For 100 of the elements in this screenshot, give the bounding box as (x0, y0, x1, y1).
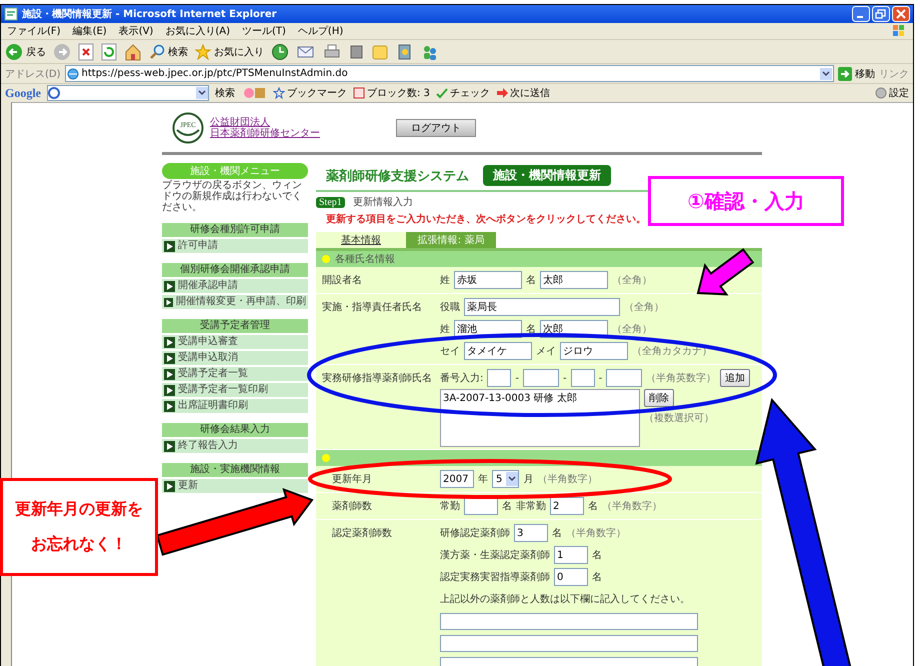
hint-text: （半角数字） (537, 472, 598, 486)
menu-item[interactable]: 受講申込取消 (162, 351, 308, 365)
tab[interactable]: 基本情報 (316, 232, 406, 248)
search-icon (149, 44, 165, 60)
text-input[interactable]: 3 (514, 524, 548, 542)
settings-button[interactable]: 設定 (875, 86, 909, 100)
restore-icon[interactable] (872, 6, 890, 22)
field-text: 名 (592, 549, 602, 562)
field-text: 研修認定薬剤師 (440, 526, 510, 540)
form-button[interactable]: 削除 (644, 389, 674, 407)
play-icon (164, 440, 175, 452)
menu-note: ブラウザの戻るボタン、ウィンドウの新規作成は行わないでください。 (162, 180, 303, 213)
menu-item[interactable]: 終了報告入力 (162, 439, 308, 453)
folder-icon[interactable] (371, 42, 389, 60)
menu-group-header: 受講予定者管理 (162, 319, 308, 333)
field-label: 更新年月 (331, 472, 373, 487)
hint-text: （全角） (612, 323, 652, 336)
menu-item[interactable]: 受講申込審査 (162, 335, 308, 349)
text-input[interactable]: 2 (550, 497, 584, 515)
field-text: 名 (526, 323, 536, 336)
month-select[interactable]: 5 (492, 470, 520, 488)
field-text: - (598, 372, 602, 384)
list-box[interactable]: 3A-2007-13-0003 研修 太郎 (440, 389, 640, 447)
google-search-button[interactable]: 検索 (215, 86, 235, 100)
text-input[interactable] (522, 369, 559, 387)
field-text: 月 (523, 473, 534, 486)
send-to-button[interactable]: 次に送信 (496, 86, 550, 100)
window-title: 施設・機関情報更新 - Microsoft Internet Explorer (22, 7, 278, 21)
search-button[interactable]: 検索 (149, 44, 188, 60)
text-input[interactable] (570, 369, 595, 387)
text-input[interactable]: 赤坂 (454, 271, 522, 289)
menu-item[interactable]: 受講予定者一覧印刷 (162, 383, 308, 397)
text-input[interactable]: ジロウ (560, 342, 628, 360)
menu-item[interactable]: 編集(E) (72, 24, 107, 38)
printer-icon[interactable] (323, 42, 341, 60)
close-icon[interactable] (892, 6, 910, 22)
history-icon[interactable] (271, 42, 289, 60)
favorites-button[interactable]: お気に入り (195, 44, 264, 60)
field-text: 名 (552, 527, 562, 540)
text-input[interactable] (440, 634, 698, 652)
play-icon (164, 480, 175, 492)
menu-item[interactable]: 許可申請 (162, 239, 308, 253)
field-text: 非常勤 (516, 500, 546, 513)
address-field[interactable]: https://pess-web.jpec.or.jp/ptc/PTSMenuInstAdmin.do (64, 65, 834, 82)
text-input[interactable]: 太郎 (540, 271, 608, 289)
field-text: セイ (440, 345, 460, 358)
field-label: 実施・指導責任者氏名 (321, 300, 423, 315)
go-button[interactable]: 移動 (838, 66, 875, 80)
windows-logo-icon (891, 23, 907, 39)
text-input[interactable]: 0 (554, 568, 588, 586)
menu-item[interactable]: ファイル(F) (7, 24, 61, 38)
menu-item[interactable]: ツール(T) (242, 24, 286, 38)
text-input[interactable] (487, 369, 512, 387)
organization-link[interactable]: 公益財団法人 日本薬剤師研修センター (210, 116, 320, 138)
form-button[interactable]: 追加 (720, 369, 750, 387)
text-input[interactable]: タメイケ (464, 342, 532, 360)
refresh-icon[interactable] (101, 42, 117, 60)
field-label: 実務研修指導薬剤師氏名 (321, 372, 433, 386)
home-icon[interactable] (124, 42, 142, 60)
play-icon (164, 336, 175, 348)
back-button[interactable]: 戻る (5, 42, 46, 60)
minimize-icon[interactable] (852, 6, 870, 22)
menu-item[interactable]: 開催情報変更・再申請、印刷 (162, 295, 308, 309)
menu-item[interactable]: 出席証明書印刷 (162, 399, 308, 413)
field-text: - (515, 372, 519, 384)
text-input[interactable] (606, 369, 642, 387)
play-icon (164, 368, 175, 380)
spell-check-button[interactable]: チェック (436, 86, 490, 100)
text-input[interactable]: 2007 (440, 470, 474, 488)
list-option[interactable]: 3A-2007-13-0003 研修 太郎 (441, 390, 639, 406)
bullet-icon (322, 454, 330, 462)
step-badge: Step1 (316, 196, 345, 208)
hint-text: （複数選択可） (644, 412, 714, 425)
callout-text: 更新年月の更新を (15, 499, 143, 520)
menu-group-header: 研修会結果入力 (162, 423, 308, 437)
pagerank-icon[interactable] (241, 86, 267, 100)
hint-text: （半角数字） (602, 500, 662, 513)
menu-item[interactable]: 更新 (162, 479, 308, 493)
instruction-text: 更新する項目をご入力いただき、次へボタンをクリックしてください。 (326, 212, 647, 226)
text-input[interactable]: 1 (554, 546, 588, 564)
text-input[interactable] (440, 612, 698, 630)
menu-item[interactable]: ヘルプ(H) (298, 24, 344, 38)
arrow-icon (496, 87, 508, 99)
star-icon (273, 87, 285, 99)
field-text: 名 (592, 571, 602, 584)
field-text: 漢方薬・生薬認定薬剤師 (440, 548, 550, 562)
menu-item[interactable]: お気に入り(A) (165, 24, 230, 38)
google-search-field[interactable] (47, 85, 209, 101)
menu-item[interactable]: 受講予定者一覧 (162, 367, 308, 381)
page-title-badge: 施設・機関情報更新 (483, 165, 611, 186)
logout-button[interactable]: ログアウト (396, 118, 476, 136)
bookmarks-button[interactable]: ブックマーク (273, 86, 347, 100)
menu-item[interactable]: 開催承認申請 (162, 279, 308, 293)
field-text: 名 (526, 274, 536, 287)
popup-blocker-button[interactable]: ブロック数: 3 (353, 86, 430, 100)
text-input[interactable]: 薬局長 (464, 298, 620, 316)
menu-item[interactable]: 表示(V) (118, 24, 154, 38)
star-icon (195, 44, 211, 60)
menu-title: 施設・機関メニュー (162, 163, 308, 179)
stop-icon[interactable] (78, 42, 94, 60)
